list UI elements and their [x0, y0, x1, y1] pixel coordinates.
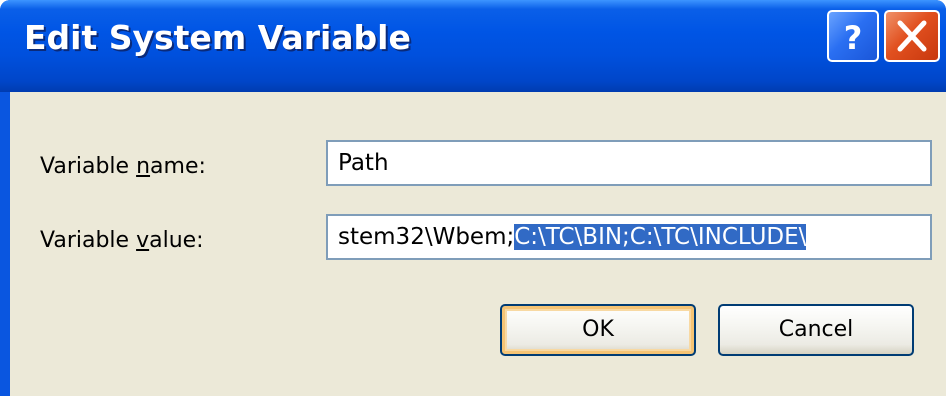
help-button[interactable]: ?	[827, 10, 879, 62]
variable-name-input[interactable]: Path	[326, 140, 932, 186]
edit-system-variable-dialog: Edit System Variable ? Variable name: Pa…	[0, 0, 946, 396]
variable-value-input[interactable]: stem32\Wbem;C:\TC\BIN;C:\TC\INCLUDE\	[326, 214, 932, 260]
close-x-icon	[897, 20, 927, 52]
window-title: Edit System Variable	[24, 18, 411, 57]
variable-name-value: Path	[338, 150, 389, 176]
title-bar[interactable]: Edit System Variable ?	[0, 0, 946, 92]
variable-value-text: stem32\Wbem;	[338, 224, 515, 250]
variable-name-label: Variable name:	[40, 154, 206, 179]
dialog-client-area: Variable name: Path Variable value: stem…	[10, 92, 946, 396]
svg-text:?: ?	[844, 19, 863, 57]
variable-value-selection: C:\TC\BIN;C:\TC\INCLUDE\	[514, 224, 807, 250]
ok-button[interactable]: OK	[500, 304, 696, 356]
close-button[interactable]	[884, 10, 940, 62]
cancel-button[interactable]: Cancel	[718, 304, 914, 356]
variable-value-label: Variable value:	[40, 228, 204, 253]
question-mark-icon: ?	[844, 19, 863, 57]
